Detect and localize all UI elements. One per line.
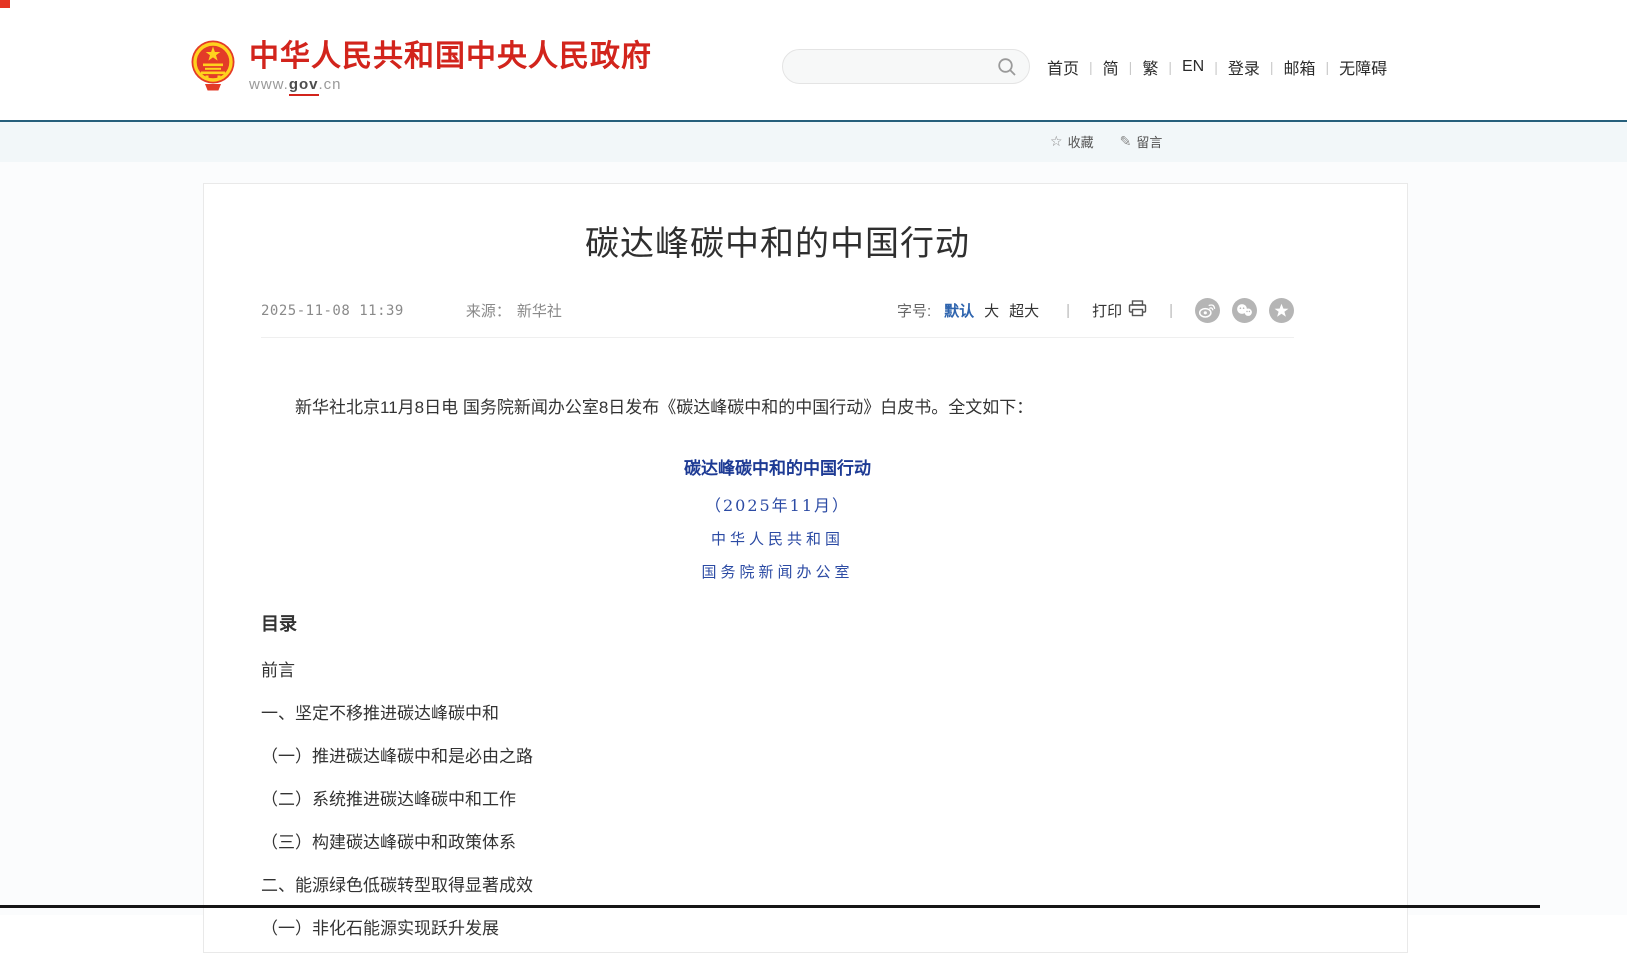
search-icon[interactable] [997,57,1017,77]
nav-separator: | [1326,59,1330,75]
pencil-icon: ✎ [1120,133,1132,150]
publish-date: 2025-11-08 11:39 [261,303,404,319]
nav-traditional[interactable]: 繁 [1140,55,1160,79]
nav-accessibility[interactable]: 无障碍 [1337,55,1389,79]
site-logo[interactable]: 中华人民共和国中央人民政府 www.gov.cn [191,40,652,97]
fontsize-large-button[interactable]: 大 [984,300,999,321]
toc-item-section1: 一、坚定不移推进碳达峰碳中和 [261,705,1294,722]
fontsize-xlarge-button[interactable]: 超大 [1009,300,1039,321]
nav-login[interactable]: 登录 [1226,55,1262,79]
printer-icon [1128,300,1147,321]
comment-label: 留言 [1136,132,1162,151]
article-title: 碳达峰碳中和的中国行动 [261,220,1294,268]
nav-simplified[interactable]: 简 [1101,55,1121,79]
search-box[interactable] [782,49,1030,84]
search-input[interactable] [795,49,997,84]
toc-item-section1-3: （三）构建碳达峰碳中和政策体系 [261,834,1294,851]
nav-separator: | [1270,59,1274,75]
meta-separator: | [1066,302,1070,319]
toc-item-section2-1: （一）非化石能源实现跃升发展 [261,920,1294,937]
site-url: www.gov.cn [249,76,652,93]
comment-link[interactable]: ✎ 留言 [1120,132,1163,151]
source-label: 来源： [466,300,511,321]
toc-item-section2: 二、能源绿色低碳转型取得显著成效 [261,877,1294,894]
meta-right: 字号: 默认 大 超大 | 打印 | [897,298,1294,323]
nav-separator: | [1129,59,1133,75]
lead-paragraph: 新华社北京11月8日电 国务院新闻办公室8日发布《碳达峰碳中和的中国行动》白皮书… [261,393,1294,424]
doc-title: 碳达峰碳中和的中国行动 [261,454,1294,479]
quick-links: ☆ 收藏 ✎ 留言 [1050,132,1162,151]
doc-date: （2025年11月） [261,492,1294,516]
toc-item-preface: 前言 [261,662,1294,679]
print-button[interactable]: 打印 [1092,300,1147,321]
fontsize-default-button[interactable]: 默认 [944,300,974,321]
fontsize-label: 字号: [897,300,931,321]
site-header: 中华人民共和国中央人民政府 www.gov.cn 首页 | 简 | 繁 | EN… [0,0,1627,120]
favorite-label: 收藏 [1068,132,1094,151]
source-value[interactable]: 新华社 [517,300,562,321]
nav-mail[interactable]: 邮箱 [1282,55,1318,79]
toc-item-section1-1: （一）推进碳达峰碳中和是必由之路 [261,748,1294,765]
meta-separator: | [1169,302,1173,319]
article-card: 碳达峰碳中和的中国行动 2025-11-08 11:39 来源： 新华社 字号:… [203,183,1408,953]
site-title: 中华人民共和国中央人民政府 [249,40,652,74]
national-emblem-icon [191,40,235,97]
doc-org-office: 国务院新闻办公室 [261,561,1294,582]
nav-separator: | [1168,59,1172,75]
toc-item-section1-2: （二）系统推进碳达峰碳中和工作 [261,791,1294,808]
sub-header-band [0,122,1627,162]
wechat-icon[interactable] [1232,298,1257,323]
share-icons [1195,298,1294,323]
qzone-icon[interactable] [1269,298,1294,323]
print-label: 打印 [1092,300,1122,321]
corner-artifact [0,0,10,8]
toc-heading: 目录 [261,610,1294,636]
bottom-edge-artifact [0,905,1540,908]
meta-left: 2025-11-08 11:39 来源： 新华社 [261,300,562,321]
nav-separator: | [1089,59,1093,75]
star-icon: ☆ [1050,133,1063,150]
top-nav: 首页 | 简 | 繁 | EN | 登录 | 邮箱 | 无障碍 [1045,55,1389,79]
nav-separator: | [1214,59,1218,75]
article-meta-row: 2025-11-08 11:39 来源： 新华社 字号: 默认 大 超大 | 打… [261,298,1294,338]
weibo-icon[interactable] [1195,298,1220,323]
favorite-link[interactable]: ☆ 收藏 [1050,132,1094,151]
doc-org-country: 中华人民共和国 [261,528,1294,549]
nav-english[interactable]: EN [1180,58,1206,76]
nav-home[interactable]: 首页 [1045,55,1081,79]
